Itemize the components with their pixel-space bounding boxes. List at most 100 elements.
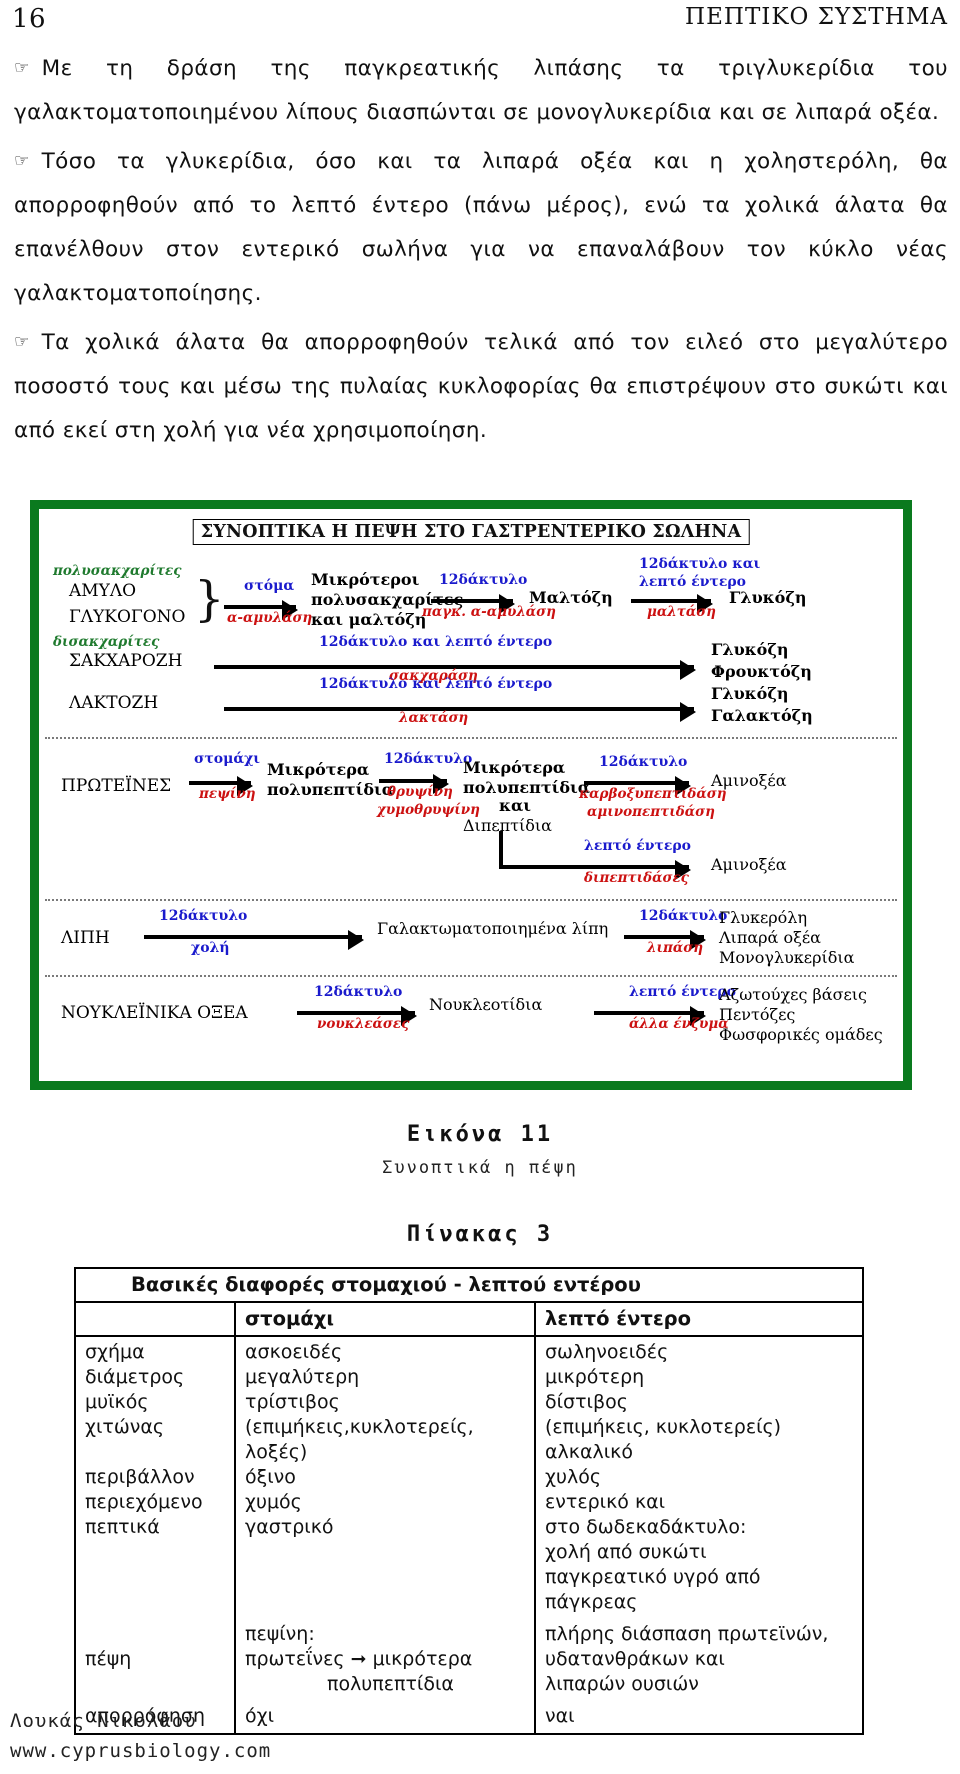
stomach-muscular-detail: (επιμήκεις,κυκλοτερείς, λοξές): [245, 1416, 474, 1463]
attribute-digestive: πεπτικά: [85, 1516, 160, 1538]
intestine-digestive-2: στο δωδεκαδάκτυλο:: [545, 1516, 747, 1538]
attribute-muscular-layer: μυϊκός χιτώνας: [85, 1391, 165, 1438]
site-stomach: στομάχι: [194, 751, 261, 767]
site-mouth: στόμα: [244, 578, 295, 594]
product-maltose: Μαλτόζη: [529, 588, 613, 607]
intestine-absorption: ναι: [545, 1705, 575, 1727]
arrow-3: [631, 594, 713, 614]
pointing-hand-icon: ☞: [14, 58, 30, 78]
substrate-sucrose: ΣΑΚΧΑΡΟΖΗ: [69, 651, 183, 671]
table-header-row: στομάχι λεπτό έντερο: [76, 1303, 862, 1337]
substrate-lipids: ΛΙΠΗ: [61, 928, 110, 948]
site-duodenum-1: 12δάκτυλο: [439, 572, 528, 588]
column-header-stomach: στομάχι: [236, 1303, 536, 1337]
intestine-digestive-3: χολή από συκώτι: [545, 1541, 707, 1563]
intestine-digestive-4: παγκρεατικό υγρό από πάγκρεας: [545, 1566, 761, 1613]
intestine-digestion: πλήρης διάσπαση πρωτεϊνών, υδατανθράκων …: [536, 1619, 862, 1701]
product-fructose: Φρουκτόζη: [711, 662, 812, 681]
table-caption-label: Πίνακας 3: [406, 1222, 554, 1247]
stomach-absorption: όχι: [236, 1701, 536, 1733]
table-row: πέψη πεψίνη: πρωτεΐνες ➞ μικρότερα πολυπ…: [76, 1619, 862, 1701]
brace-icon: }: [194, 571, 225, 627]
enzyme-trypsin: θρυψίνη: [387, 784, 453, 800]
product-galactose: Γαλακτόζη: [711, 706, 813, 725]
site-duodenum-protein-2: 12δάκτυλο: [599, 754, 688, 770]
intestine-cell-group-1: σωληνοειδές μικρότερη δίστιβος (επιμήκει…: [536, 1337, 862, 1619]
arrow-protein-1: [189, 776, 253, 796]
arrow-2: [431, 594, 515, 614]
enzyme-pepsin: πεψίνη: [199, 786, 256, 802]
attribute-content: περιεχόμενο: [85, 1491, 203, 1513]
product-small-polypeptides-2a: Μικρότερα: [463, 758, 566, 777]
intestine-digestion-1: πλήρης διάσπαση πρωτεϊνών,: [545, 1623, 829, 1645]
substrate-glycogen: ΓΛΥΚΟΓΟΝΟ: [69, 607, 186, 627]
paragraph-2-text: Τόσο τα γλυκερίδια, όσο και τα λιπαρά οξ…: [14, 149, 948, 306]
intestine-diameter: μικρότερη: [545, 1366, 645, 1388]
enzyme-aminopeptidase: αμινοπεπτιδάση: [587, 804, 715, 820]
product-monoglycerides: Μονογλυκερίδια: [719, 948, 855, 967]
product-small-polypeptides-1a: Μικρότερα: [267, 760, 370, 779]
product-glucose-2: Γλυκόζη: [711, 640, 789, 659]
product-nitrogen-bases: Αζωτούχες βάσεις: [719, 985, 868, 1004]
stomach-content: χυμός: [245, 1491, 302, 1513]
substrate-proteins: ΠΡΩΤΕΪΝΕΣ: [61, 776, 172, 796]
intestine-shape: σωληνοειδές: [545, 1341, 669, 1363]
arrow-protein-3: [584, 776, 691, 796]
intestine-muscular-layer: δίστιβος: [545, 1391, 628, 1413]
arrow-lipid-1: [144, 930, 364, 950]
label-disaccharides: δισακχαρίτες: [53, 634, 160, 650]
stomach-cell-group-1: ασκοειδές μεγαλύτερη τρίστιβος (επιμήκει…: [236, 1337, 536, 1619]
paragraph-3: ☞ Τα χολικά άλατα θα απορροφηθούν τελικά …: [14, 320, 948, 453]
attribute-environment: περιβάλλον: [85, 1466, 195, 1488]
stomach-shape: ασκοειδές: [245, 1341, 343, 1363]
product-amino-acids-2: Αμινοξέα: [711, 855, 787, 874]
label-bile: χολή: [191, 940, 230, 956]
stomach-environment: όξινο: [245, 1466, 296, 1488]
stomach-digestion-1: πεψίνη:: [245, 1623, 315, 1645]
enzyme-lipase: λιπάση: [647, 940, 704, 956]
site-small-intestine-protein: λεπτό έντερο: [584, 838, 692, 854]
product-glucose-1: Γλυκόζη: [729, 588, 807, 607]
arrow-nucleic-2: [594, 1006, 706, 1026]
digestion-diagram: ΣΥΝΟΠΤΙΚΑ Η ΠΕΨΗ ΣΤΟ ΓΑΣΤΡΕΝΤΕΡΙΚΟ ΣΩΛΗΝ…: [30, 500, 912, 1090]
elbow-connector: [499, 831, 575, 869]
paragraph-1-text: Με τη δράση της παγκρεατικής λιπάσης τα …: [14, 56, 948, 125]
product-glucose-3: Γλυκόζη: [711, 684, 789, 703]
stomach-digestion: πεψίνη: πρωτεΐνες ➞ μικρότερα πολυπεπτίδ…: [236, 1619, 536, 1701]
page-number: 16: [12, 4, 47, 34]
running-head: 16 ΠΕΠΤΙΚΟ ΣΥΣΤΗΜΑ: [0, 4, 960, 34]
enzyme-maltase: μαλτάση: [647, 604, 716, 620]
enzyme-lactase: λακτάση: [399, 710, 469, 726]
attribute-cell-group-1: σχήμα διάμετρος μυϊκός χιτώνας περιβάλλο…: [76, 1337, 236, 1619]
paragraph-2: ☞ Τόσο τα γλυκερίδια, όσο και τα λιπαρά ο…: [14, 139, 948, 316]
intestine-content: χυλός: [545, 1466, 601, 1488]
footer: Λουκάς Νικολάου www.cyprusbiology.com: [10, 1706, 271, 1766]
intestine-environment: αλκαλικό: [545, 1441, 633, 1463]
stomach-digestive: γαστρικό: [245, 1516, 334, 1538]
table-row: σχήμα διάμετρος μυϊκός χιτώνας περιβάλλο…: [76, 1337, 862, 1619]
product-smaller-polysacch-1: Μικρότεροι: [311, 570, 420, 589]
arrow-protein-4: [569, 860, 691, 880]
attribute-digestion-label: πέψη: [85, 1648, 132, 1670]
product-amino-acids-1: Αμινοξέα: [711, 771, 787, 790]
arrow-lipid-2: [624, 930, 706, 950]
intestine-digestion-2: υδατανθράκων και: [545, 1648, 725, 1670]
site-duodenum-lipid-1: 12δάκτυλο: [159, 908, 248, 924]
comparison-table: Βασικές διαφορές στομαχιού - λεπτού εντέ…: [74, 1267, 864, 1735]
product-emulsified-fats: Γαλακτωματοποιημένα λίπη: [377, 919, 609, 938]
divider-1: [45, 737, 897, 739]
attribute-shape: σχήμα: [85, 1341, 145, 1363]
footer-author: Λουκάς Νικολάου: [10, 1710, 197, 1732]
product-phosphate-groups: Φωσφορικές ομάδες: [719, 1025, 883, 1044]
column-header-small-intestine: λεπτό έντερο: [536, 1303, 862, 1337]
footer-website: www.cyprusbiology.com: [10, 1740, 272, 1762]
paragraph-3-text: Τα χολικά άλατα θα απορροφηθούν τελικά α…: [14, 330, 948, 443]
enzyme-carboxypeptidase: καρβοξυπεπτιδάση: [579, 786, 727, 802]
divider-2: [45, 899, 897, 901]
site-duodenum-nucleic: 12δάκτυλο: [314, 984, 403, 1000]
attribute-diameter: διάμετρος: [85, 1366, 185, 1388]
intestine-digestive-1: εντερικό και: [545, 1491, 666, 1513]
site-duodenum-lipid-2: 12δάκτυλο: [639, 908, 728, 924]
pointing-hand-icon: ☞: [14, 151, 30, 171]
